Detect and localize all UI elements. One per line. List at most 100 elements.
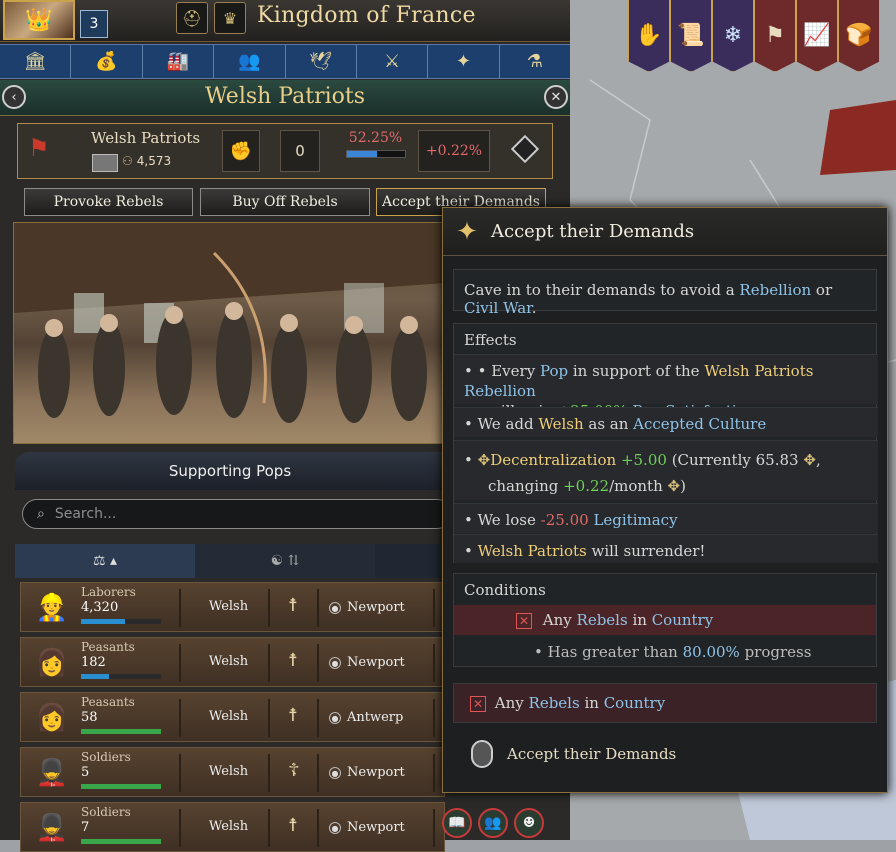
government-icon: 🏛: [23, 51, 47, 72]
tab-economy[interactable]: 💰: [71, 45, 143, 78]
location-icon: ●: [329, 766, 341, 779]
pop-location[interactable]: ● Antwerp: [329, 710, 403, 725]
divider: [317, 809, 319, 847]
tab-production[interactable]: 🏭: [143, 45, 215, 78]
e3-unit: /month: [609, 477, 663, 495]
buy-off-rebels-button[interactable]: Buy Off Rebels: [200, 188, 370, 216]
pop-count: 58: [81, 710, 98, 725]
pop-type: Laborers: [81, 585, 136, 599]
snowflake-icon: ❄: [723, 23, 743, 48]
rebel-units-value: 0: [295, 142, 305, 160]
alert-banner-2[interactable]: 📜: [670, 0, 712, 72]
pop-portrait-icon: 💂: [35, 758, 69, 788]
pop-row[interactable]: 💂 Soldiers 5 Welsh ☦ ● Newport: [20, 747, 445, 797]
culture-sort-icon: ☯ ⇅: [270, 553, 300, 569]
tab-religion[interactable]: ✦: [428, 45, 500, 78]
pop-type-sort-icon: ⚖ ▴: [92, 553, 118, 569]
panel-title: Welsh Patriots: [204, 84, 366, 109]
pop-type: Peasants: [81, 695, 135, 709]
e2-b: as an: [583, 415, 634, 433]
economy-icon: 💰: [95, 51, 118, 72]
effect-decentralization: • ✥Decentralization +5.00 (Currently 65.…: [454, 440, 878, 500]
c2-a: • Has greater than: [534, 643, 683, 661]
conditions-section: Conditions ✕ Any Rebels in Country • Has…: [453, 573, 877, 667]
pop-location[interactable]: ● Newport: [329, 765, 405, 780]
pop-row[interactable]: 💂 Soldiers 7 Welsh ☨ ● Newport: [20, 802, 445, 852]
country-topbar: 👑 3 ⛑ ♛ Kingdom of France: [0, 0, 570, 42]
country-title: Kingdom of France: [257, 3, 476, 28]
rebel-change-value: +0.22%: [425, 143, 483, 159]
rebel-illustration: [13, 222, 445, 444]
intro-text-a: Cave in to their demands to avoid a: [464, 281, 740, 299]
alert-banner-5[interactable]: 📈: [796, 0, 838, 72]
helmet-icon[interactable]: ⛑: [176, 2, 208, 34]
pop-search-input[interactable]: ⌕ Search...: [22, 499, 452, 529]
c2-val: 80.00%: [682, 643, 740, 661]
req-in: in: [579, 694, 604, 712]
flags-icon: ⚑: [765, 23, 785, 48]
sort-by-type-button[interactable]: ⚖ ▴: [15, 544, 195, 578]
religion-icon: ✦: [455, 51, 471, 72]
pop-row[interactable]: 👩 Peasants 58 Welsh ☨ ● Antwerp: [20, 692, 445, 742]
divider: [433, 644, 435, 682]
fist-icon[interactable]: ✊: [222, 130, 260, 172]
pop-location-name: Newport: [347, 600, 405, 615]
compass-star-icon: ✦: [456, 216, 478, 247]
pop-count: 7: [81, 820, 90, 835]
e2-a: • We add: [464, 415, 539, 433]
tab-society[interactable]: 👥: [214, 45, 286, 78]
diamond-icon[interactable]: [510, 134, 540, 164]
panel-header: ‹ Welsh Patriots ✕: [0, 80, 570, 116]
provoke-rebels-button[interactable]: Provoke Rebels: [24, 188, 193, 216]
c1-any: Any: [542, 611, 577, 629]
ruler-portrait[interactable]: 👑: [3, 0, 75, 40]
rebel-flag-icon: ⚑: [28, 134, 50, 162]
sort-by-culture-button[interactable]: ☯ ⇅: [195, 544, 375, 578]
tab-military[interactable]: ⚔: [357, 45, 429, 78]
crown-icon[interactable]: ♛: [214, 2, 246, 34]
people-icon[interactable]: 👥: [478, 808, 508, 838]
pop-row[interactable]: 👩 Peasants 182 Welsh ☨ ● Newport: [20, 637, 445, 687]
rebel-info-box: ⚑ Welsh Patriots ⚇ 4,573 ✊ 0 52.25% +0.2…: [17, 123, 553, 179]
pop-location[interactable]: ● Newport: [329, 655, 405, 670]
alert-banner-4[interactable]: ⚑: [754, 0, 796, 72]
pop-portrait-icon: 👩: [35, 648, 69, 678]
divider: [268, 589, 270, 627]
search-icon: ⌕: [37, 506, 45, 522]
tab-diplomacy[interactable]: 🕊: [286, 45, 357, 78]
alert-banner-6[interactable]: 🍞: [838, 0, 880, 72]
country-rank-badge[interactable]: 3: [80, 10, 108, 38]
req-any: Any: [494, 694, 529, 712]
decentralization-icon: ✥: [477, 451, 491, 469]
divider: [179, 699, 181, 737]
divider: [179, 754, 181, 792]
tab-government[interactable]: 🏛: [0, 45, 72, 78]
alert-banner-1[interactable]: ✋: [628, 0, 670, 72]
pop-icon: ⚇: [122, 154, 133, 168]
pop-culture: Welsh: [208, 654, 249, 669]
e2-ac: Accepted Culture: [633, 415, 767, 433]
pop-location[interactable]: ● Newport: [329, 820, 405, 835]
close-button[interactable]: ✕: [544, 85, 568, 109]
pop-satisfaction-bar: [81, 729, 161, 734]
pop-count: 182: [81, 655, 106, 670]
rebel-progress-text: 52.25%: [348, 130, 403, 146]
pop-satisfaction-fill: [81, 674, 109, 679]
alert-banner-3[interactable]: ❄: [712, 0, 754, 72]
divider: [179, 589, 181, 627]
e4-leg: Legitimacy: [593, 511, 678, 529]
effects-label: Effects: [464, 331, 517, 349]
book-icon[interactable]: 📖: [442, 808, 472, 838]
divider: [433, 589, 435, 627]
location-icon: ●: [329, 711, 341, 724]
tab-advances[interactable]: ⚗: [500, 45, 570, 78]
divider: [433, 809, 435, 847]
divider: [317, 644, 319, 682]
req-country: Country: [603, 694, 666, 712]
demon-icon[interactable]: ☻: [514, 808, 544, 838]
crown-portrait-icon: 👑: [25, 7, 53, 33]
decentralization-icon-2: ✥: [803, 451, 816, 469]
pop-location[interactable]: ● Newport: [329, 600, 405, 615]
c1-reb: Rebels: [576, 611, 628, 629]
pop-row[interactable]: 👷 Laborers 4,320 Welsh ☨ ● Newport: [20, 582, 445, 632]
